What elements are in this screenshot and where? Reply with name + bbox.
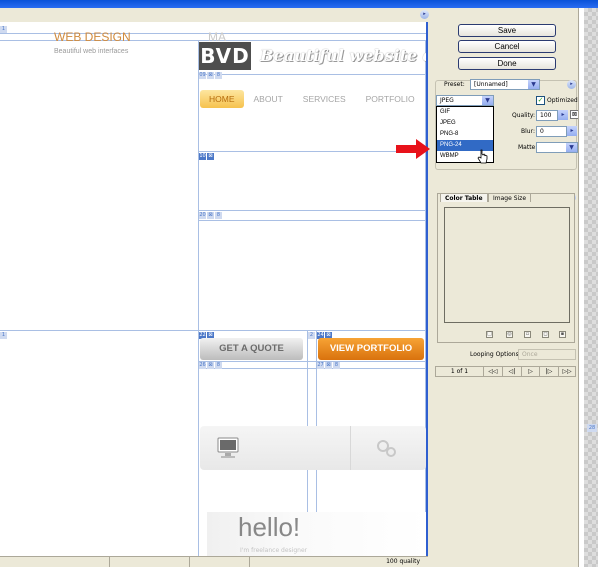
- trash-icon[interactable]: ▪: [559, 331, 566, 338]
- site-nav: HOME ABOUT SERVICES PORTFOLIO: [200, 90, 426, 108]
- first-frame-button[interactable]: ◁◁: [483, 367, 502, 376]
- nav-home: HOME: [200, 90, 244, 108]
- color-table-panel: Color Table Image Size □ ◎ ▫ ◻ ▪: [437, 193, 575, 343]
- slice-line: [0, 330, 426, 331]
- slice-line: [198, 210, 426, 211]
- blur-slider-button[interactable]: ▸: [567, 126, 577, 136]
- quality-input[interactable]: 100: [536, 110, 558, 121]
- slice-badge[interactable]: 27 ⊠ 8: [317, 362, 340, 369]
- next-frame-button[interactable]: |▷: [539, 367, 558, 376]
- slice-badge[interactable]: 1: [0, 332, 7, 339]
- slice-line: [425, 40, 426, 556]
- slice-badge[interactable]: 1: [0, 26, 7, 33]
- mouse-cursor-icon: [477, 149, 488, 164]
- window-title-strip: [0, 0, 598, 8]
- looping-label: Looping Options:: [470, 351, 521, 358]
- prev-frame-button[interactable]: ◁|: [502, 367, 521, 376]
- optimized-label: Optimized: [547, 97, 578, 104]
- format-option-jpeg[interactable]: JPEG: [437, 118, 493, 129]
- lock-icon[interactable]: ▫: [524, 331, 531, 338]
- map-icon[interactable]: □: [486, 331, 493, 338]
- chevron-down-icon: ▼: [566, 143, 577, 152]
- matte-select[interactable]: ▼: [536, 142, 578, 153]
- chevron-down-icon: ▼: [482, 96, 493, 105]
- status-cell: [0, 557, 110, 567]
- services-strip: [200, 426, 426, 470]
- format-value: JPEG: [440, 97, 454, 104]
- hello-subtext: I'm freelance designer: [240, 547, 308, 554]
- service2-title: MA: [208, 30, 226, 44]
- image-preview[interactable]: 1 03⊠ 09⊠8 10⊠ 20⊠8 1 22⊠ 2 24⊠ 26⊠8 27⊠…: [0, 22, 428, 556]
- monitor-icon: [217, 437, 239, 458]
- red-arrow-annotation: [396, 139, 430, 159]
- gears-icon: [377, 440, 396, 457]
- color-table-area[interactable]: [444, 207, 570, 323]
- cancel-button[interactable]: Cancel: [458, 40, 556, 53]
- tab-color-table[interactable]: Color Table: [440, 193, 488, 202]
- quality-label: Quality:: [512, 112, 536, 119]
- get-quote-graphic: GET A QUOTE: [200, 338, 303, 360]
- save-button[interactable]: Save: [458, 24, 556, 37]
- status-cell: [110, 557, 190, 567]
- slice-line: [198, 151, 426, 152]
- quality-status: 100 quality: [386, 558, 420, 565]
- preset-select[interactable]: [Unnamed] ▼: [470, 79, 540, 90]
- tab-image-size[interactable]: Image Size: [488, 193, 532, 202]
- hello-heading: hello!: [238, 512, 301, 542]
- web-safe-icon[interactable]: ◎: [506, 331, 513, 338]
- settings-panel: Save Cancel Done Preset: [Unnamed] ▼ ▸ J…: [430, 8, 584, 556]
- nav-portfolio: PORTFOLIO: [365, 94, 415, 104]
- format-option-png8[interactable]: PNG-8: [437, 129, 493, 140]
- frame-counter: 1 of 1: [450, 368, 469, 375]
- done-button[interactable]: Done: [458, 57, 556, 70]
- nav-about: ABOUT: [253, 94, 283, 104]
- slice-badge[interactable]: 2: [308, 332, 315, 339]
- status-bar: 100 quality: [0, 556, 428, 567]
- play-button[interactable]: ▷: [521, 367, 539, 376]
- looping-select: Once: [518, 349, 576, 360]
- blur-label: Blur:: [521, 128, 535, 135]
- animation-controls: 1 of 1 ◁◁ ◁| ▷ |▷ ▷▷: [435, 366, 576, 377]
- status-cell: [190, 557, 250, 567]
- slice-badge[interactable]: 26 ⊠ 8: [199, 362, 222, 369]
- preset-value: [Unnamed]: [474, 81, 508, 88]
- site-tagline: Beautiful website desig: [260, 46, 426, 65]
- format-select[interactable]: JPEG ▼: [436, 95, 494, 106]
- blur-input[interactable]: 0: [536, 126, 567, 137]
- slice-badge[interactable]: 10 ⊠: [199, 153, 214, 160]
- view-portfolio-graphic: VIEW PORTFOLIO: [318, 338, 424, 360]
- optimized-checkbox[interactable]: ✓: [536, 96, 545, 105]
- quality-slider-button[interactable]: ▸: [558, 110, 568, 120]
- matte-label: Matte:: [518, 144, 538, 151]
- divider: [350, 426, 351, 470]
- nav-services: SERVICES: [302, 94, 346, 104]
- slice-badge: 28: [587, 424, 597, 432]
- slice-line: [198, 220, 426, 221]
- preset-label: Preset:: [444, 81, 465, 88]
- slice-badge[interactable]: 20 ⊠ 8: [199, 212, 222, 219]
- looping-value: Once: [522, 351, 538, 358]
- slice-line: [198, 368, 426, 369]
- service-subtitle: Beautiful web interfaces: [54, 48, 129, 55]
- preview-menu-button[interactable]: ▸: [420, 10, 429, 19]
- last-frame-button[interactable]: ▷▷: [558, 367, 575, 376]
- chevron-down-icon: ▼: [528, 80, 539, 89]
- slice-line: [198, 361, 426, 362]
- format-option-gif[interactable]: GIF: [437, 107, 493, 118]
- transparency-backdrop: [584, 8, 598, 567]
- slice-badge[interactable]: 09 ⊠ 8: [199, 72, 222, 79]
- site-logo: BVD: [199, 42, 251, 70]
- slice-line: [198, 74, 426, 75]
- new-color-icon[interactable]: ◻: [542, 331, 549, 338]
- service-title: WEB DESIGN: [54, 30, 131, 44]
- slice-line: [198, 40, 199, 556]
- optimize-menu-button[interactable]: ▸: [567, 80, 576, 89]
